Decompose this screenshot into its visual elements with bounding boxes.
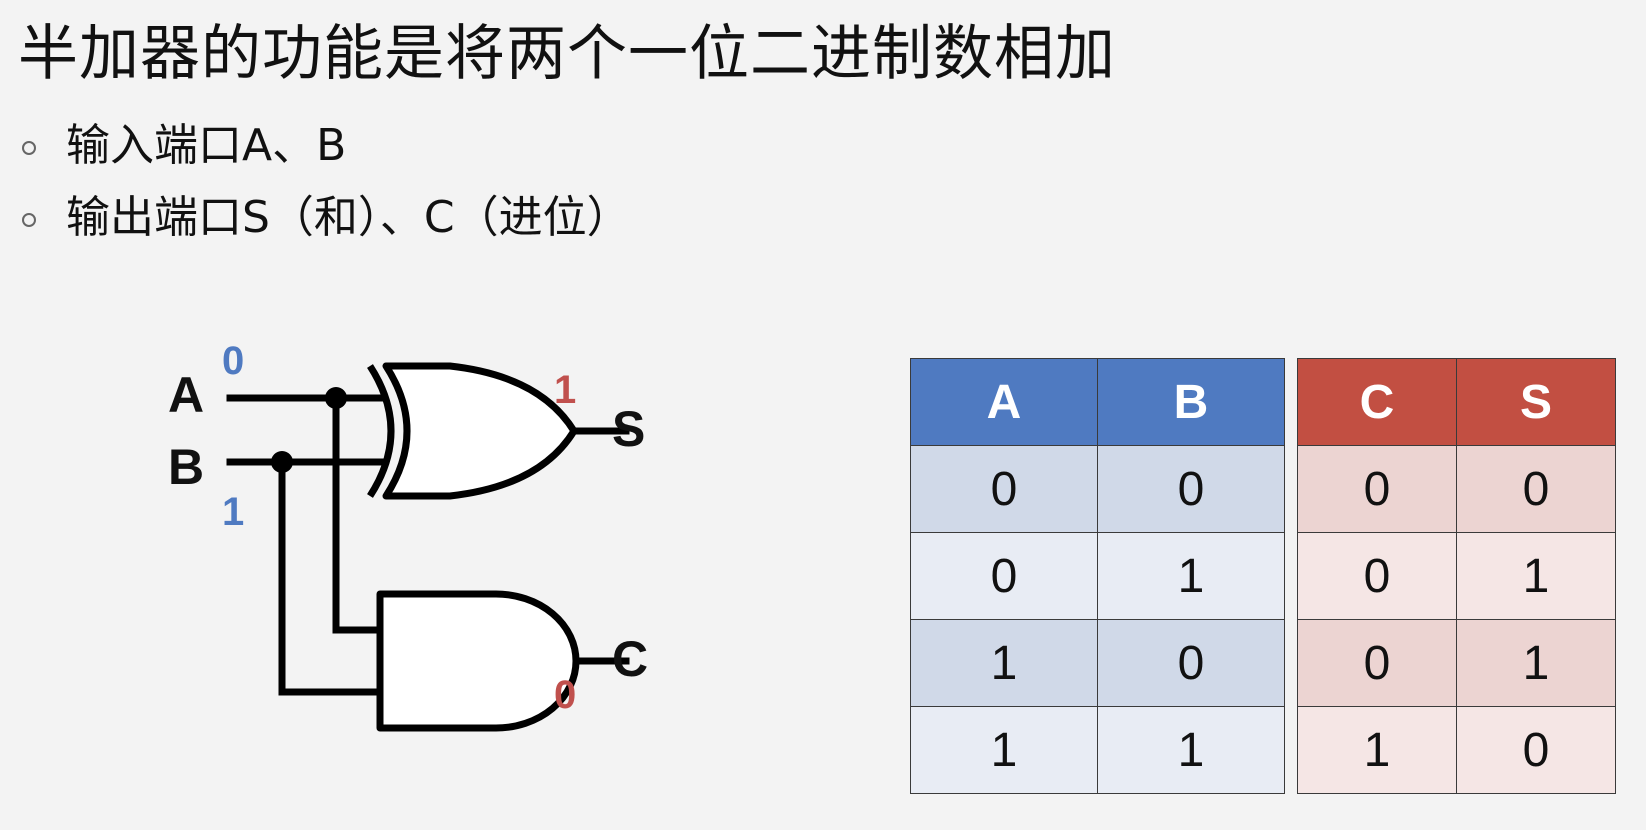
bullet-item-outputs: 输出端口S（和）、C（进位） [22, 182, 631, 254]
input-b-label: B [168, 439, 204, 495]
cell-b: 0 [1097, 619, 1285, 707]
slide-title: 半加器的功能是将两个一位二进制数相加 [18, 19, 1116, 89]
cell-a: 0 [910, 445, 1098, 533]
wire-b-branch [278, 458, 382, 696]
bullet-text: 输入端口A、B [66, 120, 347, 171]
output-s-value: 1 [554, 368, 576, 412]
cell-c: 0 [1297, 619, 1457, 707]
table-row: 0 0 [1297, 445, 1616, 533]
table-row: 0 1 [910, 532, 1285, 620]
junction-a-dot [325, 387, 347, 409]
truth-table-inputs: A B 0 0 0 1 1 0 1 1 [910, 358, 1285, 794]
and-gate-icon [376, 590, 580, 732]
cell-s: 1 [1456, 532, 1616, 620]
table-header-row: C S [1297, 358, 1616, 446]
cell-a: 1 [910, 619, 1098, 707]
output-c-value: 0 [554, 673, 576, 717]
bullet-text: 输出端口S（和）、C（进位） [66, 192, 631, 243]
half-adder-circuit: A B S C 0 1 1 0 [168, 339, 648, 732]
output-c-label: C [612, 631, 648, 687]
truth-table-outputs: C S 0 0 0 1 0 1 1 0 [1297, 358, 1616, 794]
table-header-row: A B [910, 358, 1285, 446]
table-row: 1 1 [910, 706, 1285, 794]
bullet-dot-icon [22, 141, 36, 155]
output-s-label: S [612, 401, 645, 457]
cell-s: 0 [1456, 706, 1616, 794]
wire-a-branch [332, 394, 382, 634]
table-row: 1 0 [910, 619, 1285, 707]
cell-s: 1 [1456, 619, 1616, 707]
bullet-dot-icon [22, 213, 36, 227]
cell-b: 0 [1097, 445, 1285, 533]
table-row: 0 1 [1297, 532, 1616, 620]
cell-c: 0 [1297, 532, 1457, 620]
cell-c: 0 [1297, 445, 1457, 533]
cell-a: 0 [910, 532, 1098, 620]
bullet-list: 输入端口A、B 输出端口S（和）、C（进位） [22, 110, 631, 254]
cell-a: 1 [910, 706, 1098, 794]
junction-b-dot [271, 451, 293, 473]
bullet-item-inputs: 输入端口A、B [22, 110, 631, 182]
table-row: 1 0 [1297, 706, 1616, 794]
header-s: S [1456, 358, 1616, 446]
input-a-label: A [168, 367, 204, 423]
cell-s: 0 [1456, 445, 1616, 533]
input-b-value: 1 [222, 490, 244, 534]
table-row: 0 0 [910, 445, 1285, 533]
header-a: A [910, 358, 1098, 446]
header-c: C [1297, 358, 1457, 446]
xor-gate-icon [367, 362, 578, 500]
table-row: 0 1 [1297, 619, 1616, 707]
cell-b: 1 [1097, 706, 1285, 794]
input-a-value: 0 [222, 339, 244, 383]
cell-b: 1 [1097, 532, 1285, 620]
header-b: B [1097, 358, 1285, 446]
cell-c: 1 [1297, 706, 1457, 794]
